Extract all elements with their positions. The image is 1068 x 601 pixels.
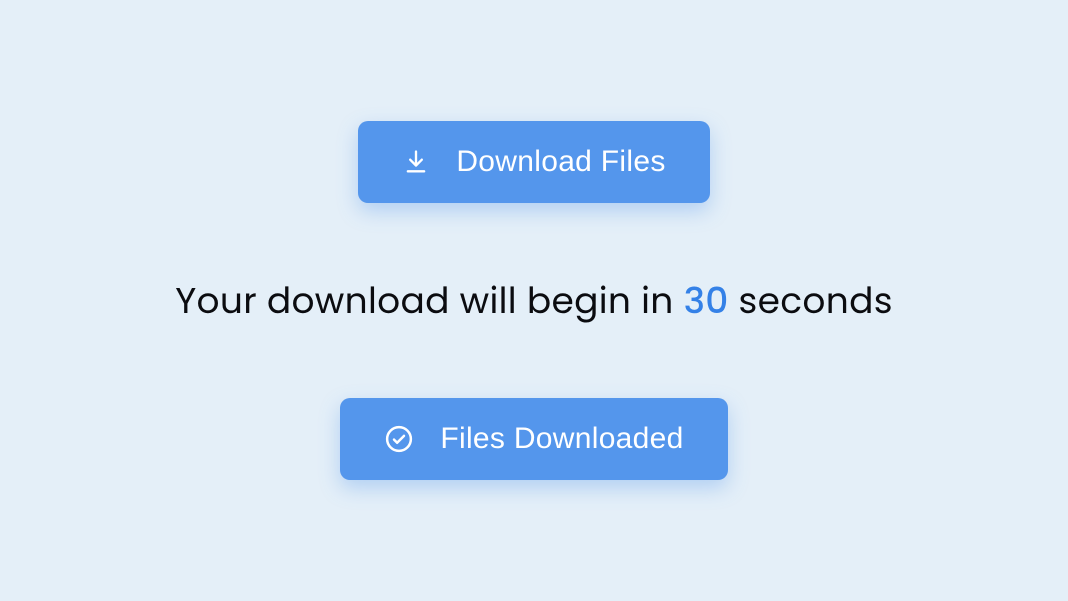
countdown-prefix: Your download will begin in	[175, 275, 683, 326]
check-circle-icon	[384, 424, 414, 454]
countdown-status: Your download will begin in 30 seconds	[175, 273, 893, 328]
downloaded-button[interactable]: Files Downloaded	[340, 398, 727, 480]
countdown-suffix: seconds	[729, 275, 893, 326]
countdown-seconds: 30	[684, 275, 729, 326]
downloaded-button-label: Files Downloaded	[440, 422, 683, 456]
download-button[interactable]: Download Files	[358, 121, 709, 203]
download-button-label: Download Files	[456, 145, 665, 179]
download-icon	[402, 148, 430, 176]
